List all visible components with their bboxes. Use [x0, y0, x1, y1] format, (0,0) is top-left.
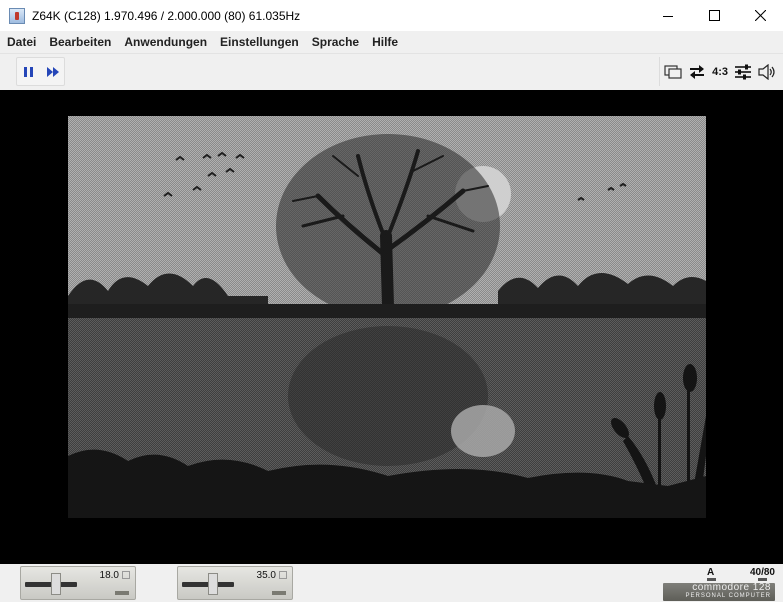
menu-einstellungen[interactable]: Einstellungen: [214, 35, 305, 49]
disk-drive-1[interactable]: 18.0: [20, 566, 136, 600]
drive-led: [272, 591, 286, 595]
drive-led: [115, 591, 129, 595]
emulator-screen[interactable]: [0, 90, 783, 564]
toolbar: 4:3: [0, 53, 783, 89]
window-controls: [645, 0, 783, 31]
swap-icon: [690, 64, 705, 79]
maximize-button[interactable]: [691, 0, 737, 31]
drive-lever: [208, 573, 218, 595]
drive-mark-icon: [122, 571, 130, 579]
drive-letter: A: [707, 567, 715, 578]
commodore-128-badge: commodore 128 PERSONAL COMPUTER: [663, 583, 775, 601]
columns-mode[interactable]: 40/80: [750, 567, 775, 578]
title-bar: Z64K (C128) 1.970.496 / 2.000.000 (80) 6…: [0, 0, 783, 31]
landscape-artwork: [68, 116, 706, 518]
close-icon: [754, 10, 766, 21]
pause-button[interactable]: [20, 63, 38, 81]
fast-forward-icon: [46, 66, 59, 77]
monitor-icon: [664, 64, 682, 79]
menu-bearbeiten[interactable]: Bearbeiten: [43, 35, 117, 49]
menu-bar: Datei Bearbeiten Anwendungen Einstellung…: [0, 31, 783, 53]
menu-anwendungen[interactable]: Anwendungen: [118, 35, 213, 49]
columns-led: [758, 578, 767, 581]
c64-picture: [68, 116, 706, 518]
settings-button[interactable]: [734, 63, 752, 81]
badge-sub: PERSONAL COMPUTER: [685, 593, 771, 599]
fast-forward-button[interactable]: [44, 63, 62, 81]
aspect-ratio-toggle[interactable]: 4:3: [712, 66, 728, 78]
minimize-button[interactable]: [645, 0, 691, 31]
drive-letter-led: [707, 578, 716, 581]
monitor-button[interactable]: [664, 63, 682, 81]
menu-sprache[interactable]: Sprache: [306, 35, 365, 49]
maximize-icon: [708, 10, 720, 21]
disk-drive-2[interactable]: 35.0: [177, 566, 293, 600]
sliders-icon: [735, 64, 751, 79]
close-button[interactable]: [737, 0, 783, 31]
minimize-icon: [663, 15, 673, 17]
swap-button[interactable]: [688, 63, 706, 81]
display-controls: 4:3: [659, 57, 780, 86]
speaker-icon: [758, 63, 775, 80]
badge-main: commodore 128: [692, 582, 771, 593]
drive-2-track: 35.0: [256, 570, 276, 581]
window-title: Z64K (C128) 1.970.496 / 2.000.000 (80) 6…: [32, 8, 301, 23]
horizon-line: [68, 304, 706, 318]
menu-datei[interactable]: Datei: [1, 35, 42, 49]
drive-mark-icon: [279, 571, 287, 579]
menu-hilfe[interactable]: Hilfe: [366, 35, 404, 49]
java-app-icon: [9, 7, 25, 24]
moon-reflection: [451, 405, 515, 457]
drive-lever: [51, 573, 61, 595]
status-bar: 18.0 35.0 A 40/80 commodore 128 PERSONAL…: [0, 564, 783, 602]
machine-status: A 40/80 commodore 128 PERSONAL COMPUTER: [655, 565, 775, 601]
sound-button[interactable]: [758, 63, 776, 81]
playback-controls: [16, 57, 65, 86]
drive-1-track: 18.0: [99, 570, 119, 581]
pause-icon: [23, 66, 33, 77]
